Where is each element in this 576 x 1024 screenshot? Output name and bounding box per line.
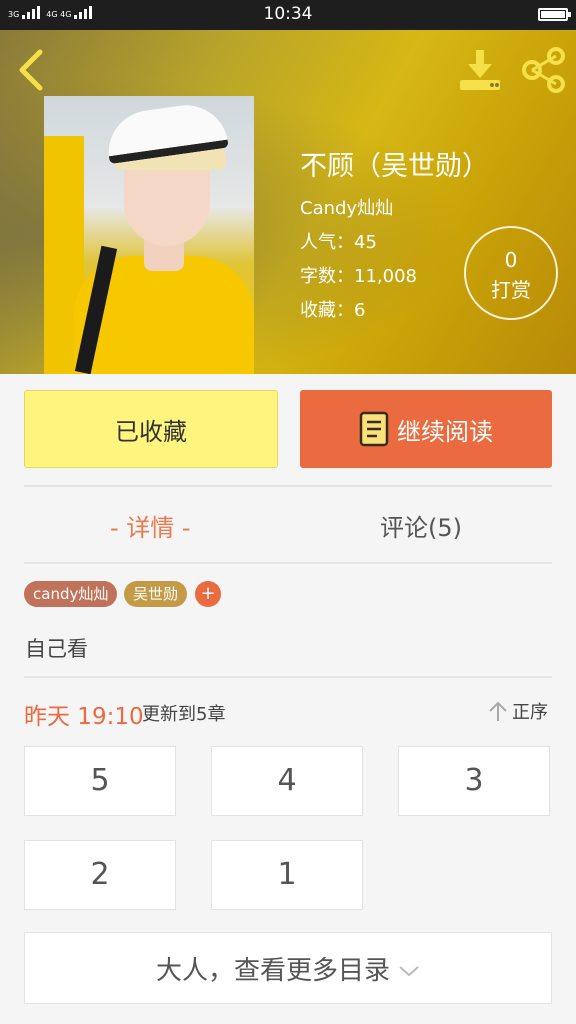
chevron-left-icon — [19, 49, 43, 91]
chapter-button[interactable]: 2 — [24, 840, 176, 910]
update-text: 更新到5章 — [142, 704, 226, 725]
sort-order-button[interactable]: 正序 — [488, 698, 548, 724]
sort-order-label: 正序 — [512, 702, 548, 723]
arrow-up-icon — [489, 701, 507, 721]
download-icon — [460, 50, 500, 90]
tab-comments[interactable]: 评论(5) — [380, 508, 462, 543]
word-count-stat: 字数：11,008 — [300, 266, 417, 287]
reward-count: 0 — [504, 248, 518, 272]
divider — [24, 676, 552, 678]
add-tag-button[interactable]: + — [195, 581, 221, 607]
reward-button[interactable]: 0 打赏 — [464, 226, 558, 320]
continue-reading-label: 继续阅读 — [397, 417, 493, 446]
update-time: 昨天 19:10 — [24, 704, 144, 730]
download-button[interactable] — [456, 46, 504, 94]
book-icon — [359, 411, 389, 447]
reward-label: 打赏 — [491, 278, 531, 302]
divider — [24, 485, 552, 487]
status-bar: 3G 4G 4G 10:34 — [0, 0, 576, 30]
chapter-button[interactable]: 3 — [398, 746, 550, 816]
continue-reading-button[interactable]: 继续阅读 — [300, 390, 552, 468]
view-more-chapters-button[interactable]: 大人，查看更多目录 — [24, 932, 552, 1004]
book-title: 不顾（吴世勋） — [300, 151, 489, 182]
tag-candy[interactable]: candy灿灿 — [24, 581, 118, 607]
status-time: 10:34 — [263, 4, 313, 24]
share-button[interactable] — [520, 46, 568, 94]
chevron-down-icon — [399, 966, 419, 977]
favorites-stat: 收藏：6 — [300, 300, 366, 321]
book-description: 自己看 — [25, 637, 88, 661]
favorited-label: 已收藏 — [115, 417, 187, 446]
favorited-button[interactable]: 已收藏 — [24, 390, 278, 468]
view-more-label: 大人，查看更多目录 — [155, 955, 390, 986]
chapter-button[interactable]: 5 — [24, 746, 176, 816]
divider — [24, 562, 552, 564]
chapter-button[interactable]: 1 — [211, 840, 363, 910]
battery-icon — [538, 8, 571, 21]
book-author[interactable]: Candy灿灿 — [300, 194, 393, 220]
chapter-button[interactable]: 4 — [211, 746, 363, 816]
back-button[interactable] — [14, 48, 50, 92]
book-header: 不顾（吴世勋） Candy灿灿 人气：45 字数：11,008 收藏：6 0 打… — [0, 30, 576, 374]
tag-wu-shixun[interactable]: 吴世勋 — [124, 581, 188, 607]
popularity-stat: 人气：45 — [300, 232, 377, 253]
tab-details[interactable]: - 详情 - — [110, 508, 191, 543]
share-icon — [522, 47, 565, 93]
book-cover-image[interactable] — [44, 96, 254, 374]
